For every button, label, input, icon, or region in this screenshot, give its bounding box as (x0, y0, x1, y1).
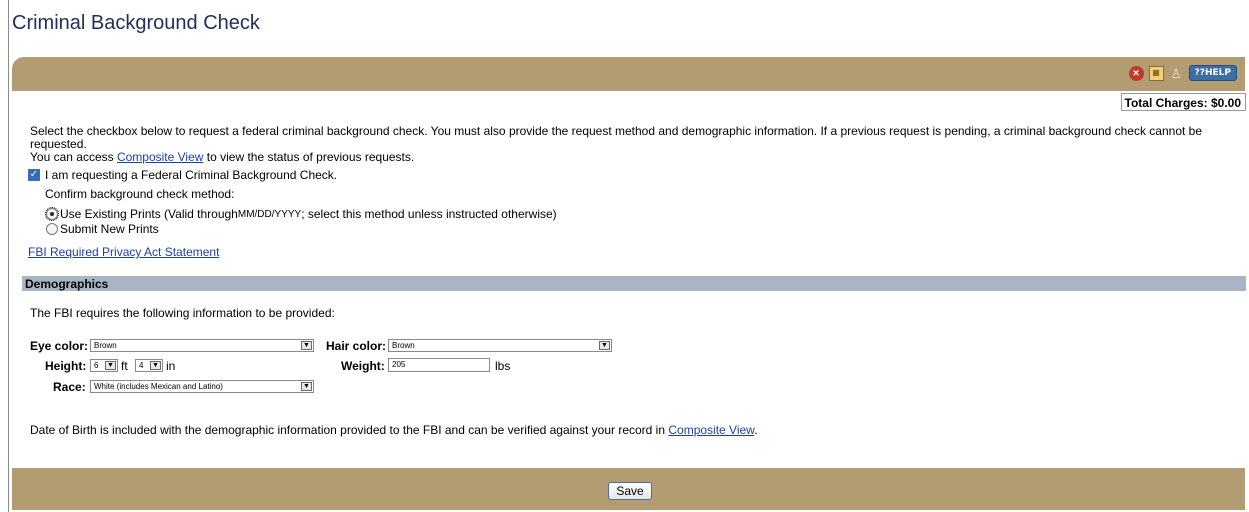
dob-note: Date of Birth is included with the demog… (30, 423, 758, 437)
weight-label: Weight: (341, 359, 385, 373)
page-title: Criminal Background Check (12, 12, 260, 34)
feet-unit: ft (121, 359, 128, 373)
height-feet-value: 6 (94, 361, 99, 370)
race-label: Race: (53, 380, 86, 394)
option-new-row: Submit New Prints (46, 222, 159, 236)
height-inches-select[interactable]: 4 ▼ (135, 359, 163, 372)
total-charges: Total Charges: $0.00 (1121, 93, 1246, 111)
weight-unit: lbs (495, 359, 511, 373)
option-new-label: Submit New Prints (60, 222, 159, 236)
height-inches-value: 4 (139, 361, 144, 370)
option-existing-prefix: Use Existing Prints (Valid through (60, 207, 238, 221)
dob-note-prefix: Date of Birth is included with the demog… (30, 423, 669, 437)
dob-note-suffix: . (754, 423, 758, 437)
eye-color-value: Brown (94, 341, 117, 350)
radio-existing-prints[interactable] (45, 207, 59, 221)
dob-composite-view-link[interactable]: Composite View (668, 423, 754, 437)
chevron-down-icon: ▼ (301, 382, 312, 391)
bottom-bar: Save (12, 468, 1245, 510)
intro-line2-prefix: You can access (30, 150, 117, 164)
composite-view-link[interactable]: Composite View (117, 150, 203, 164)
intro-text: Select the checkbox below to request a f… (30, 125, 1235, 164)
intro-line1: Select the checkbox below to request a f… (30, 124, 1203, 151)
height-label: Height: (45, 359, 87, 373)
weight-input[interactable]: 205 (388, 358, 490, 372)
privacy-act-link[interactable]: FBI Required Privacy Act Statement (28, 245, 219, 259)
radio-new-prints[interactable] (46, 223, 58, 235)
option-existing-suffix: ; select this method unless instructed o… (301, 207, 557, 221)
option-existing-row: Use Existing Prints (Valid through MM/DD… (45, 207, 557, 221)
race-value: White (includes Mexican and Latino) (94, 382, 223, 391)
intro-line2-suffix: to view the status of previous requests. (203, 150, 415, 164)
stop-icon[interactable]: ✕ (1128, 65, 1144, 81)
chevron-down-icon: ▼ (150, 361, 161, 370)
eye-color-label: Eye color: (30, 339, 89, 353)
toolbar-icons: ✕ ▦ ♙ ??HELP (1128, 65, 1237, 81)
demographics-intro: The FBI requires the following informati… (30, 306, 335, 320)
race-select[interactable]: White (includes Mexican and Latino) ▼ (90, 380, 314, 393)
user-icon[interactable]: ♙ (1169, 66, 1184, 81)
request-checkbox[interactable]: ✓ (28, 169, 40, 181)
method-prompt: Confirm background check method: (45, 187, 235, 201)
request-row: ✓ I am requesting a Federal Criminal Bac… (28, 168, 337, 182)
help-label: HELP (1204, 68, 1231, 78)
top-toolbar: ✕ ▦ ♙ ??HELP (12, 57, 1245, 91)
hair-color-value: Brown (392, 341, 415, 350)
help-button[interactable]: ??HELP (1188, 65, 1237, 81)
height-feet-select[interactable]: 6 ▼ (90, 359, 118, 372)
request-checkbox-label: I am requesting a Federal Criminal Backg… (45, 168, 338, 182)
print-icon[interactable]: ▦ (1148, 65, 1164, 81)
save-button[interactable]: Save (608, 482, 652, 500)
chevron-down-icon: ▼ (599, 341, 610, 350)
option-existing-date: MM/DD/YYYY (237, 208, 302, 220)
eye-color-select[interactable]: Brown ▼ (90, 339, 314, 352)
inches-unit: in (166, 359, 176, 373)
chevron-down-icon: ▼ (301, 341, 312, 350)
demographics-header: Demographics (22, 276, 1246, 291)
chevron-down-icon: ▼ (105, 361, 116, 370)
hair-color-label: Hair color: (326, 339, 387, 353)
hair-color-select[interactable]: Brown ▼ (388, 339, 612, 352)
